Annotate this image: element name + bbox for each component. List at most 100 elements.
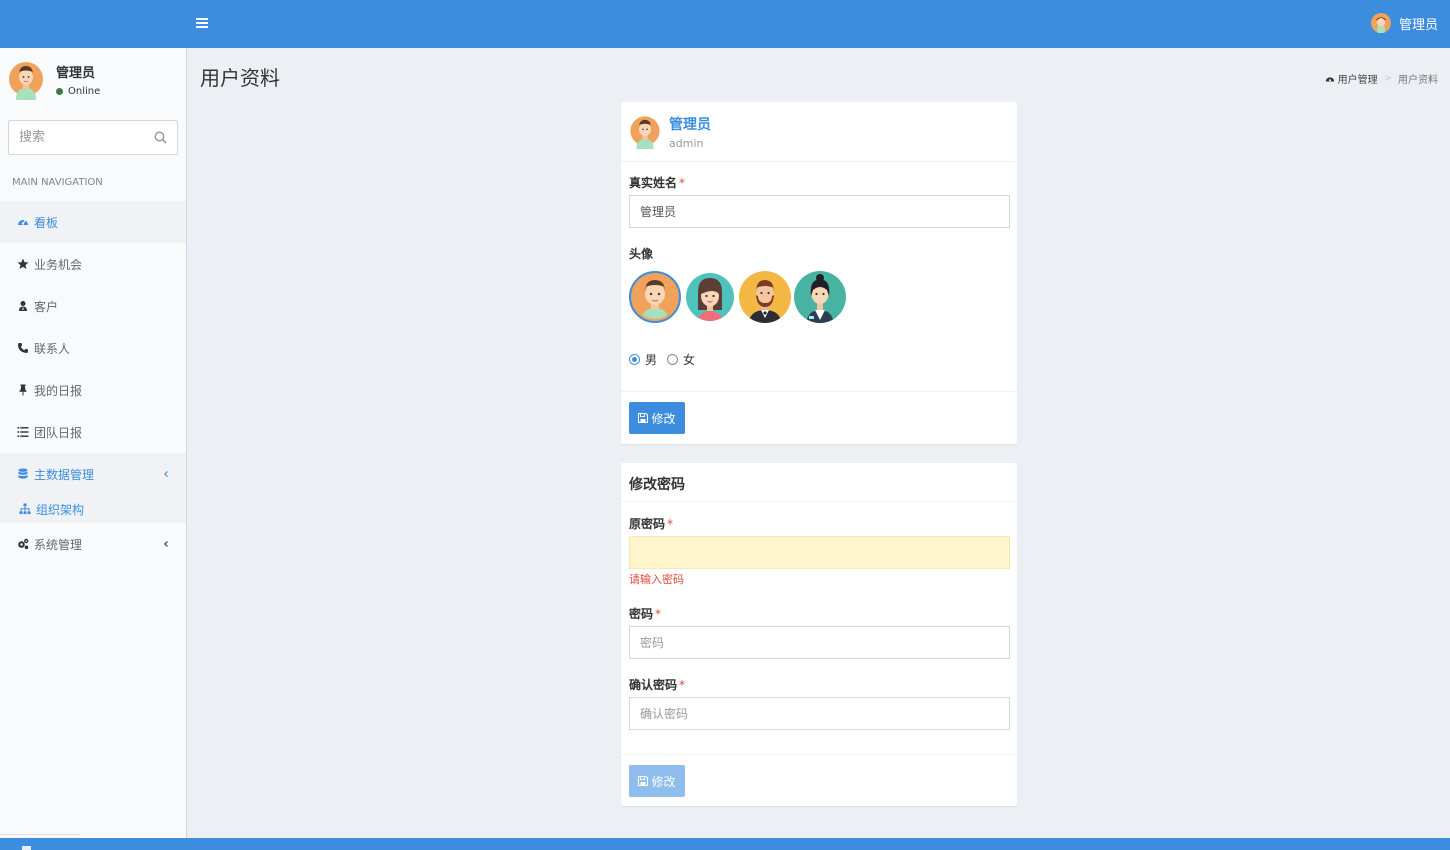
pin-icon — [17, 384, 29, 396]
breadcrumb-link-user-management[interactable]: 用户管理 — [1325, 71, 1378, 86]
search-icon[interactable] — [154, 131, 167, 144]
real-name-input[interactable] — [629, 195, 1010, 228]
sidebar-item-label: 客户 — [34, 299, 59, 314]
sidebar-item-org-structure[interactable]: 组织架构 — [0, 495, 186, 523]
online-dot-icon — [56, 88, 63, 95]
required-mark: * — [679, 176, 686, 190]
gender-label: 男 — [645, 353, 658, 367]
sidebar-item-label: 我的日报 — [34, 383, 83, 398]
old-password-label: 原密码 * — [629, 515, 673, 532]
avatar-option-male-2[interactable] — [739, 266, 791, 328]
profile-card: 管理员 admin 真实姓名* 头像 — [621, 102, 1017, 444]
phone-icon — [17, 342, 29, 354]
user-panel-name: 管理员 — [56, 66, 96, 81]
old-password-label-text: 原密码 — [629, 517, 666, 531]
footer-bar — [0, 838, 1450, 850]
gender-label: 女 — [683, 353, 696, 367]
sidebar: 管理员 Online MAIN NAVIGATION 看板 业务机会 客户 联系… — [0, 48, 187, 838]
sidebar-item-contacts[interactable]: 联系人 — [0, 327, 186, 369]
gender-radio-female[interactable]: 女 — [667, 351, 695, 368]
chevron-left-icon — [163, 471, 168, 477]
top-navbar: 管理员 — [0, 0, 1450, 48]
avatar — [1370, 13, 1391, 33]
sidebar-item-label: 组织架构 — [36, 502, 85, 517]
nav-header: MAIN NAVIGATION — [12, 177, 103, 188]
sidebar-item-customers[interactable]: 客户 — [0, 285, 186, 327]
required-mark: * — [655, 607, 662, 621]
gender-radio-group: 男 女 — [629, 351, 705, 368]
online-status-label: Online — [68, 86, 101, 97]
new-password-label-text: 密码 — [629, 607, 654, 621]
real-name-label: 真实姓名 * — [629, 174, 685, 191]
sidebar-item-label: 联系人 — [34, 341, 71, 356]
old-password-input[interactable] — [629, 536, 1010, 569]
confirm-password-label: 确认密码 * — [629, 676, 685, 693]
card-divider — [621, 391, 1017, 392]
avatar-label: 头像 — [629, 247, 654, 261]
star-icon — [17, 258, 29, 270]
profile-username: admin — [669, 137, 704, 150]
online-status: Online — [56, 86, 100, 97]
new-password-input[interactable] — [629, 626, 1010, 659]
avatar-option-male-1[interactable] — [629, 266, 681, 328]
topbar-user-menu[interactable]: 管理员 — [1370, 13, 1438, 33]
dashboard-icon — [17, 216, 29, 228]
old-password-error: 请输入密码 — [629, 573, 684, 586]
new-password-label: 密码 * — [629, 605, 661, 622]
user-panel: 管理员 Online — [9, 58, 179, 102]
avatar — [9, 62, 43, 100]
breadcrumb-separator: > — [1383, 73, 1392, 84]
breadcrumb-label: 用户管理 — [1337, 75, 1378, 86]
avatar-option-female-1[interactable] — [684, 266, 736, 328]
sidebar-item-label: 系统管理 — [34, 537, 83, 552]
confirm-password-input[interactable] — [629, 697, 1010, 730]
gender-radio-male[interactable]: 男 — [629, 351, 657, 368]
footer-mark — [22, 846, 31, 850]
sidebar-search-form — [8, 120, 178, 155]
sidebar-item-opportunities[interactable]: 业务机会 — [0, 243, 186, 285]
sidebar-item-label: 看板 — [34, 215, 59, 230]
real-name-label-text: 真实姓名 — [629, 176, 678, 190]
user-tie-icon — [17, 300, 29, 312]
sidebar-item-team-daily-report[interactable]: 团队日报 — [0, 411, 186, 453]
radio-unchecked-icon — [667, 354, 679, 365]
save-icon — [638, 776, 649, 786]
sidebar-item-system-management[interactable]: 系统管理 — [0, 523, 186, 565]
profile-card-header: 管理员 admin — [621, 102, 1017, 162]
required-mark: * — [679, 678, 686, 692]
profile-display-name: 管理员 — [669, 117, 711, 133]
sidebar-menu: 看板 业务机会 客户 联系人 我的日报 团队日报 主数据管理 组织架构 系统管理 — [0, 201, 186, 565]
radio-checked-icon — [629, 354, 640, 365]
sidebar-item-dashboard[interactable]: 看板 — [0, 201, 186, 243]
password-save-button[interactable]: 修改 — [629, 765, 685, 797]
sidebar-footer-line — [0, 834, 80, 835]
password-card-title: 修改密码 — [629, 477, 685, 493]
hamburger-icon — [196, 18, 208, 28]
confirm-password-label-text: 确认密码 — [629, 678, 678, 692]
card-divider — [621, 754, 1017, 755]
topbar-user-name: 管理员 — [1398, 17, 1438, 33]
card-divider — [621, 501, 1017, 502]
list-icon — [17, 426, 29, 438]
sidebar-item-master-data[interactable]: 主数据管理 — [0, 453, 186, 495]
sidebar-item-label: 主数据管理 — [34, 467, 95, 482]
save-icon — [638, 413, 649, 423]
sidebar-item-label: 业务机会 — [34, 257, 83, 272]
required-mark: * — [667, 517, 674, 531]
avatar — [630, 116, 660, 149]
profile-save-label: 修改 — [651, 411, 676, 426]
dashboard-icon — [1325, 76, 1334, 81]
profile-save-button[interactable]: 修改 — [629, 402, 685, 434]
password-save-label: 修改 — [651, 774, 676, 789]
sidebar-item-label: 团队日报 — [34, 425, 83, 440]
sidebar-toggle-button[interactable] — [196, 14, 208, 33]
breadcrumb-current: 用户资料 — [1398, 75, 1438, 86]
avatar-option-female-2[interactable] — [794, 266, 846, 328]
password-card: 修改密码 原密码 * 请输入密码 密码 * 确认密码 * 修改 — [621, 463, 1017, 806]
sidebar-item-my-daily-report[interactable]: 我的日报 — [0, 369, 186, 411]
sitemap-icon — [19, 503, 31, 515]
chevron-left-icon — [163, 541, 168, 547]
sidebar-search-input[interactable] — [9, 121, 149, 154]
breadcrumb: 用户管理 > 用户资料 — [1325, 71, 1438, 86]
database-icon — [17, 468, 29, 480]
